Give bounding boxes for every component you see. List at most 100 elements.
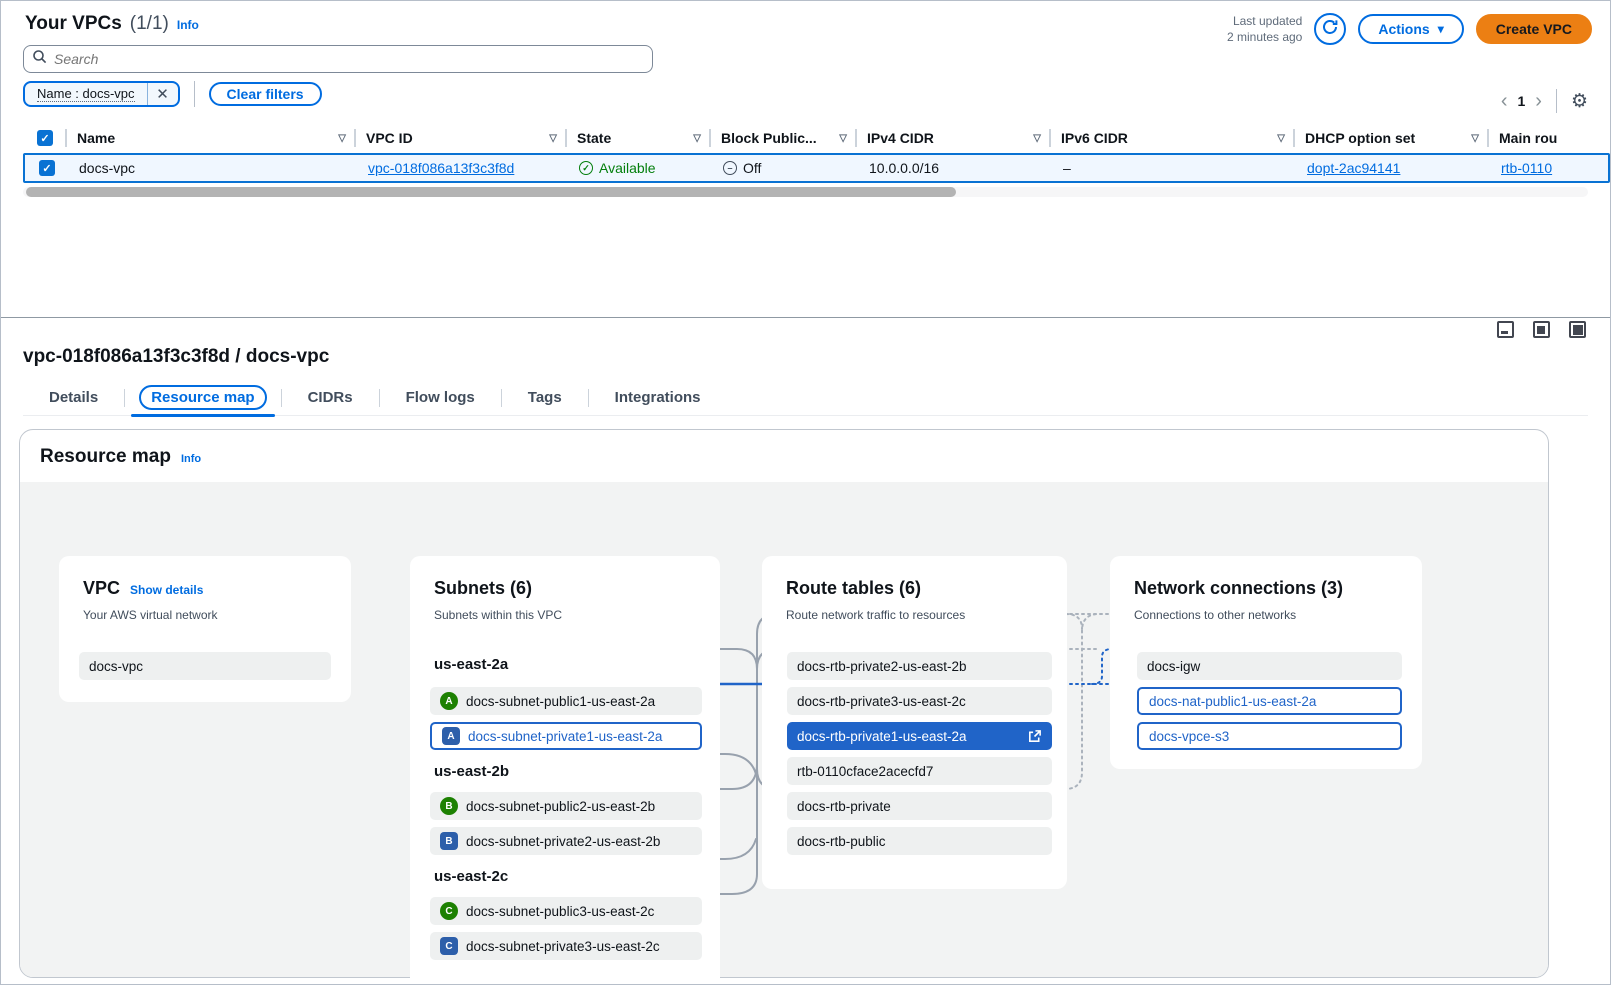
subnet-item[interactable]: B docs-subnet-public2-us-east-2b — [430, 792, 702, 820]
block-public-off-icon: – — [723, 161, 737, 175]
route-tables-column-subtitle: Route network traffic to resources — [786, 608, 965, 622]
row-checkbox[interactable]: ✓ — [39, 160, 55, 176]
az-header: us-east-2b — [434, 763, 509, 780]
ipv6-cidr-value: – — [1063, 160, 1071, 176]
tab-flow-logs[interactable]: Flow logs — [380, 380, 501, 415]
create-vpc-button[interactable]: Create VPC — [1476, 14, 1592, 44]
vpc-column-subtitle: Your AWS virtual network — [83, 608, 218, 622]
main-route-table-link[interactable]: rtb-0110 — [1501, 160, 1552, 176]
info-link[interactable]: Info — [177, 18, 199, 32]
caret-down-icon: ▾ — [1438, 23, 1444, 35]
tab-integrations[interactable]: Integrations — [589, 380, 727, 415]
select-all-checkbox[interactable]: ✓ — [37, 130, 53, 146]
subnet-badge: B — [440, 797, 458, 815]
panel-maximize-icon[interactable] — [1569, 321, 1586, 338]
actions-button[interactable]: Actions ▾ — [1358, 14, 1463, 44]
info-link[interactable]: Info — [181, 453, 201, 465]
chevron-left-icon[interactable]: ‹ — [1501, 91, 1508, 111]
panel-size-controls — [1497, 321, 1586, 338]
close-icon: ✕ — [156, 85, 169, 103]
remove-filter-button[interactable]: ✕ — [148, 83, 178, 105]
resource-map-title: Resource map — [40, 446, 171, 468]
search-input[interactable] — [54, 51, 644, 67]
subnet-item-selected[interactable]: A docs-subnet-private1-us-east-2a — [430, 722, 702, 750]
column-filter-icon[interactable]: ▽ — [549, 133, 557, 144]
network-connection-item[interactable]: docs-igw — [1137, 652, 1402, 680]
route-table-item[interactable]: docs-rtb-private2-us-east-2b — [787, 652, 1052, 680]
vpc-table: ✓ Name▽ VPC ID▽ State▽ Block Public...▽ … — [23, 123, 1610, 183]
subnet-item[interactable]: C docs-subnet-public3-us-east-2c — [430, 897, 702, 925]
available-status-icon: ✓ — [579, 161, 593, 175]
subnet-badge: A — [442, 727, 460, 745]
subnet-badge: A — [440, 692, 458, 710]
page-title: Your VPCs — [25, 13, 122, 35]
search-field[interactable] — [23, 45, 653, 73]
page-number[interactable]: 1 — [1517, 93, 1525, 109]
route-table-item[interactable]: docs-rtb-private — [787, 792, 1052, 820]
tab-resource-map[interactable]: Resource map — [125, 380, 280, 415]
subnet-badge: B — [440, 832, 458, 850]
network-connections-column-subtitle: Connections to other networks — [1134, 608, 1296, 622]
route-table-item[interactable]: docs-rtb-public — [787, 827, 1052, 855]
dhcp-option-set-link[interactable]: dopt-2ac94141 — [1307, 160, 1400, 176]
horizontal-scrollbar[interactable] — [23, 187, 1588, 197]
tab-cidrs[interactable]: CIDRs — [282, 380, 379, 415]
filter-chip-label: Name : docs-vpc — [37, 86, 135, 102]
column-filter-icon[interactable]: ▽ — [839, 133, 847, 144]
resource-map-container: Resource map Info — [19, 429, 1549, 978]
result-count: (1/1) — [130, 13, 169, 35]
table-header: ✓ Name▽ VPC ID▽ State▽ Block Public...▽ … — [23, 123, 1610, 153]
ipv4-cidr-value: 10.0.0.0/16 — [869, 160, 939, 176]
scrollbar-thumb[interactable] — [26, 187, 956, 197]
vpc-name: docs-vpc — [79, 160, 135, 176]
tab-details[interactable]: Details — [23, 380, 124, 415]
tab-tags[interactable]: Tags — [502, 380, 588, 415]
column-filter-icon[interactable]: ▽ — [338, 133, 346, 144]
column-filter-icon[interactable]: ▽ — [693, 133, 701, 144]
subnet-badge: C — [440, 902, 458, 920]
route-table-item-selected[interactable]: docs-rtb-private1-us-east-2a — [787, 722, 1052, 750]
subnets-column-subtitle: Subnets within this VPC — [434, 608, 562, 622]
vpc-detail-pane: vpc-018f086a13f3c3f8d / docs-vpc Details… — [1, 318, 1610, 984]
vpc-item[interactable]: docs-vpc — [79, 652, 331, 680]
column-filter-icon[interactable]: ▽ — [1277, 133, 1285, 144]
column-filter-icon[interactable]: ▽ — [1471, 133, 1479, 144]
az-header: us-east-2a — [434, 656, 508, 673]
vpc-id-link[interactable]: vpc-018f086a13f3c3f8d — [368, 160, 514, 176]
route-tables-column: Route tables (6) Route network traffic t… — [762, 556, 1067, 889]
divider — [194, 81, 195, 107]
vpc-column-title: VPC — [83, 578, 120, 599]
subnet-item[interactable]: B docs-subnet-private2-us-east-2b — [430, 827, 702, 855]
filter-row: Name : docs-vpc ✕ Clear filters — [23, 81, 322, 107]
block-public-value: Off — [743, 160, 761, 176]
filter-chip[interactable]: Name : docs-vpc ✕ — [23, 81, 180, 107]
subnets-column-title: Subnets (6) — [434, 578, 532, 599]
vpc-column: VPC Show details Your AWS virtual networ… — [59, 556, 351, 702]
pagination: ‹ 1 › ⚙ — [1501, 89, 1588, 113]
panel-half-icon[interactable] — [1533, 321, 1550, 338]
detail-tabs: Details Resource map CIDRs Flow logs Tag… — [23, 380, 1588, 416]
gear-icon[interactable]: ⚙ — [1571, 90, 1588, 112]
table-row[interactable]: ✓ docs-vpc vpc-018f086a13f3c3f8d ✓ Avail… — [23, 153, 1610, 183]
refresh-icon — [1322, 19, 1338, 40]
state-value: Available — [599, 160, 656, 176]
subnet-item[interactable]: A docs-subnet-public1-us-east-2a — [430, 687, 702, 715]
network-connections-column-title: Network connections (3) — [1134, 578, 1343, 599]
chevron-right-icon[interactable]: › — [1535, 91, 1542, 111]
list-header: Your VPCs (1/1) Info Last updated 2 minu… — [25, 13, 1592, 45]
show-details-link[interactable]: Show details — [130, 583, 203, 597]
vpc-console-screen: Your VPCs (1/1) Info Last updated 2 minu… — [0, 0, 1611, 985]
panel-minimize-icon[interactable] — [1497, 321, 1514, 338]
network-connection-item-highlighted[interactable]: docs-nat-public1-us-east-2a — [1137, 687, 1402, 715]
network-connections-column: Network connections (3) Connections to o… — [1110, 556, 1422, 769]
route-table-item[interactable]: docs-rtb-private3-us-east-2c — [787, 687, 1052, 715]
divider — [1556, 89, 1557, 113]
route-tables-column-title: Route tables (6) — [786, 578, 921, 599]
subnet-item[interactable]: C docs-subnet-private3-us-east-2c — [430, 932, 702, 960]
column-filter-icon[interactable]: ▽ — [1033, 133, 1041, 144]
refresh-button[interactable] — [1314, 13, 1346, 45]
route-table-item[interactable]: rtb-0110cface2acecfd7 — [787, 757, 1052, 785]
external-link-icon[interactable] — [1027, 729, 1042, 744]
clear-filters-button[interactable]: Clear filters — [209, 82, 322, 106]
network-connection-item-highlighted[interactable]: docs-vpce-s3 — [1137, 722, 1402, 750]
